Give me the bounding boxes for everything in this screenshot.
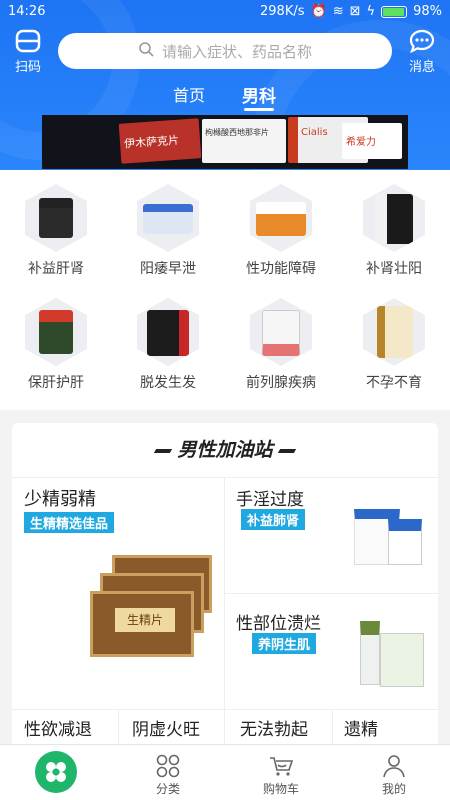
topic-title: 性部位溃烂 bbox=[236, 614, 321, 634]
product-box bbox=[380, 633, 424, 687]
alarm-icon: ⏰ bbox=[310, 4, 327, 19]
scan-button[interactable]: 扫码 bbox=[8, 28, 48, 75]
feature-badge: 生精精选佳品 bbox=[24, 512, 115, 533]
category-item[interactable]: 补肾壮阳 bbox=[338, 184, 450, 278]
app-logo-icon bbox=[35, 751, 77, 793]
nav-label: 分类 bbox=[155, 782, 180, 796]
battery-level: 98% bbox=[413, 4, 442, 19]
search-placeholder: 请输入症状、药品名称 bbox=[161, 42, 312, 61]
category-label: 脱发生发 bbox=[140, 375, 196, 391]
category-label: 不孕不育 bbox=[366, 375, 422, 391]
message-label: 消息 bbox=[408, 60, 435, 75]
category-image bbox=[25, 298, 87, 366]
tab-andrology[interactable]: 男科 bbox=[242, 82, 276, 111]
nav-label: 我的 bbox=[381, 782, 406, 796]
profile-icon bbox=[381, 753, 407, 779]
section-title: 男性加油站 bbox=[12, 435, 438, 462]
category-label: 补益肝肾 bbox=[28, 261, 84, 277]
search-icon bbox=[138, 41, 154, 61]
category-label: 前列腺疾病 bbox=[246, 375, 316, 391]
banner-product-label: 希爱力 bbox=[346, 137, 376, 148]
charging-icon: ϟ bbox=[366, 4, 376, 19]
divider bbox=[12, 477, 438, 478]
banner-product-box: 枸橼酸西地那非片 bbox=[202, 119, 286, 163]
divider bbox=[224, 593, 438, 594]
category-grid: 补益肝肾 阳痿早泄 性功能障碍 补肾壮阳 保肝护肝 脱发生发 前列腺疾病 不孕不… bbox=[0, 170, 450, 410]
category-icon bbox=[155, 753, 181, 779]
product-spray bbox=[360, 621, 380, 685]
category-item[interactable]: 脱发生发 bbox=[112, 298, 224, 392]
title-decoration bbox=[154, 448, 173, 453]
network-speed: 298K/s bbox=[260, 4, 305, 19]
banner-product-box: 希爱力 bbox=[342, 123, 402, 159]
title-decoration bbox=[277, 448, 296, 453]
bottom-nav: 分类 购物车 我的 bbox=[0, 744, 450, 800]
topic-title[interactable]: 性欲减退 bbox=[24, 715, 92, 740]
wifi-icon: ≋ bbox=[332, 4, 344, 19]
topic-title[interactable]: 阴虚火旺 bbox=[132, 715, 200, 740]
category-image bbox=[137, 298, 199, 366]
search-input[interactable]: 请输入症状、药品名称 bbox=[58, 33, 392, 69]
topic-badge: 补益肺肾 bbox=[241, 509, 306, 530]
category-image bbox=[363, 184, 425, 252]
cart-icon bbox=[268, 753, 294, 779]
sim-icon: ⊠ bbox=[349, 4, 361, 19]
battery-icon bbox=[381, 5, 408, 18]
section-title-text: 男性加油站 bbox=[177, 439, 273, 461]
product-box-label: 生精片 bbox=[115, 608, 175, 632]
topic-title: 手淫过度 bbox=[236, 490, 304, 510]
divider bbox=[12, 709, 438, 710]
category-item[interactable]: 不孕不育 bbox=[338, 298, 450, 392]
category-label: 补肾壮阳 bbox=[366, 261, 422, 277]
category-item[interactable]: 保肝护肝 bbox=[0, 298, 112, 392]
category-image bbox=[137, 184, 199, 252]
status-bar: 14:26 298K/s ⏰ ≋ ⊠ ϟ 98% bbox=[0, 0, 450, 24]
topic-title[interactable]: 无法勃起 bbox=[240, 715, 308, 740]
category-item[interactable]: 补益肝肾 bbox=[0, 184, 112, 278]
category-image bbox=[250, 184, 312, 252]
category-item[interactable]: 性功能障碍 bbox=[225, 184, 337, 278]
banner-product-box: 伊木萨克片 bbox=[118, 118, 202, 164]
nav-category[interactable]: 分类 bbox=[112, 745, 224, 797]
category-image bbox=[25, 184, 87, 252]
topic-title[interactable]: 遗精 bbox=[344, 715, 378, 740]
feature-title: 少精弱精 bbox=[24, 489, 96, 510]
men-station-section: 男性加油站 少精弱精 生精精选佳品 生精片 手淫过度 补益肺肾 性部位溃烂 养阴… bbox=[12, 423, 438, 753]
topic-badge: 养阴生肌 bbox=[252, 633, 317, 654]
category-label: 阳痿早泄 bbox=[140, 261, 196, 277]
category-item[interactable]: 前列腺疾病 bbox=[225, 298, 337, 392]
banner-product-label: 枸橼酸西地那非片 bbox=[205, 128, 269, 137]
nav-home[interactable] bbox=[0, 745, 112, 793]
product-bottle bbox=[388, 519, 422, 565]
nav-profile[interactable]: 我的 bbox=[338, 745, 450, 797]
nav-cart[interactable]: 购物车 bbox=[225, 745, 337, 797]
tab-home[interactable]: 首页 bbox=[173, 82, 205, 106]
category-item[interactable]: 阳痿早泄 bbox=[112, 184, 224, 278]
scan-icon bbox=[14, 28, 42, 54]
product-box: 生精片 bbox=[90, 591, 194, 657]
scan-label: 扫码 bbox=[14, 60, 41, 75]
tab-bar: 首页 男科 bbox=[0, 82, 450, 112]
status-time: 14:26 bbox=[8, 4, 46, 19]
category-image bbox=[250, 298, 312, 366]
header: 14:26 298K/s ⏰ ≋ ⊠ ϟ 98% 扫码 请输入症状、药品名称 消… bbox=[0, 0, 450, 170]
message-icon bbox=[408, 28, 436, 54]
category-label: 保肝护肝 bbox=[28, 375, 84, 391]
category-label: 性功能障碍 bbox=[246, 261, 316, 277]
banner-product-label: 伊木萨克片 bbox=[123, 133, 180, 151]
message-button[interactable]: 消息 bbox=[402, 28, 442, 75]
promo-banner[interactable]: 伊木萨克片 枸橼酸西地那非片 Cialis 希爱力 bbox=[42, 115, 408, 169]
category-image bbox=[363, 298, 425, 366]
nav-label: 购物车 bbox=[262, 782, 299, 796]
